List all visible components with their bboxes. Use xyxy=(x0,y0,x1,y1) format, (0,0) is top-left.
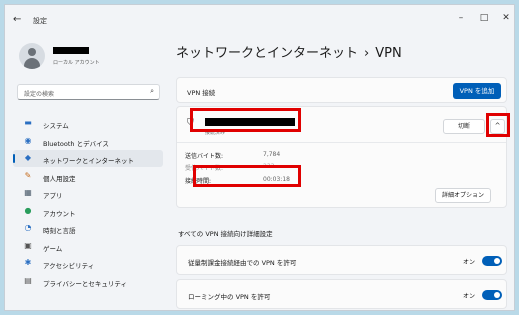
divider xyxy=(177,142,506,143)
maximize-button[interactable]: □ xyxy=(477,13,491,23)
sidebar-item-label: システム xyxy=(43,122,69,130)
bytes-sent-value: 7,784 xyxy=(263,151,281,158)
sidebar-item-label: アプリ xyxy=(43,192,63,200)
active-indicator xyxy=(13,154,15,163)
user-name-redacted xyxy=(53,47,89,54)
gamepad-icon: ▣ xyxy=(24,240,32,250)
back-arrow-icon[interactable]: ← xyxy=(13,14,21,25)
network-icon: ◆ xyxy=(24,153,32,162)
add-vpn-button[interactable]: VPN を追加 xyxy=(453,83,501,99)
breadcrumb: ネットワークとインターネット › VPN xyxy=(176,42,402,61)
system-icon: ▬ xyxy=(24,118,32,127)
shield-lock-icon: ▤ xyxy=(24,275,32,285)
account-icon: ● xyxy=(24,205,32,215)
sidebar-nav: ▬ システム ◉ Bluetooth とデバイス ◆ ネットワークとインターネッ… xyxy=(13,115,163,290)
advanced-options-button[interactable]: 詳細オプション xyxy=(435,188,491,203)
sidebar-item-label: ゲーム xyxy=(43,244,63,253)
bytes-sent-label: 送信バイト数: xyxy=(185,153,224,160)
setting-label: 従量制課金接続経由での VPN を許可 xyxy=(188,259,297,267)
avatar-body xyxy=(24,58,40,69)
accessibility-icon: ✱ xyxy=(24,258,32,267)
sidebar-item-apps[interactable]: ▦ アプリ xyxy=(13,185,163,202)
toggle-state-label: オン xyxy=(463,259,476,266)
toggle-knob xyxy=(494,258,500,264)
setting-label: ローミング中の VPN を許可 xyxy=(188,293,271,301)
minimize-button[interactable]: – xyxy=(454,13,468,23)
toggle-knob xyxy=(494,292,500,298)
settings-window: ← 設定 – □ ✕ ローカル アカウント 設定の検索 ⌕ ▬ システム ◉ B… xyxy=(4,4,515,311)
sidebar-item-label: ネットワークとインターネット xyxy=(43,157,134,165)
search-placeholder: 設定の検索 xyxy=(24,91,55,98)
close-button[interactable]: ✕ xyxy=(499,13,513,23)
sidebar-item-label: Bluetooth とデバイス xyxy=(43,139,109,148)
window-title: 設定 xyxy=(33,17,47,25)
roaming-vpn-setting: ローミング中の VPN を許可 オン xyxy=(176,279,507,309)
toggle-state-label: オン xyxy=(463,293,476,300)
metered-vpn-setting: 従量制課金接続経由での VPN を許可 オン xyxy=(176,245,507,275)
sidebar: ローカル アカウント 設定の検索 ⌕ ▬ システム ◉ Bluetooth とデ… xyxy=(5,35,167,310)
avatar-head xyxy=(28,48,36,56)
sidebar-item-bluetooth[interactable]: ◉ Bluetooth とデバイス xyxy=(13,133,163,150)
metered-vpn-toggle[interactable] xyxy=(482,256,502,266)
sidebar-item-label: アカウント xyxy=(43,209,76,218)
bluetooth-icon: ◉ xyxy=(24,135,32,145)
highlight-vpn-name xyxy=(190,108,301,132)
avatar[interactable] xyxy=(19,43,45,69)
title-bar: ← 設定 – □ ✕ xyxy=(5,5,514,35)
sidebar-item-label: アクセシビリティ xyxy=(43,262,95,270)
vpn-connections-label: VPN 接続 xyxy=(187,89,216,97)
sidebar-item-time-language[interactable]: ◔ 時刻と言語 xyxy=(13,220,163,237)
brush-icon: ✎ xyxy=(24,170,32,180)
sidebar-item-accounts[interactable]: ● アカウント xyxy=(13,203,163,220)
sidebar-item-system[interactable]: ▬ システム xyxy=(13,115,163,132)
search-icon[interactable]: ⌕ xyxy=(150,87,154,96)
sidebar-item-network[interactable]: ◆ ネットワークとインターネット xyxy=(13,150,163,167)
breadcrumb-current: VPN xyxy=(375,46,402,61)
sidebar-item-gaming[interactable]: ▣ ゲーム xyxy=(13,238,163,255)
breadcrumb-parent[interactable]: ネットワークとインターネット xyxy=(176,46,358,61)
highlight-connection-time xyxy=(193,165,301,187)
disconnect-button[interactable]: 切断 xyxy=(443,119,485,134)
vpn-connections-card: VPN 接続 VPN を追加 xyxy=(176,77,507,103)
sidebar-item-label: プライバシーとセキュリティ xyxy=(43,279,127,288)
sidebar-item-label: 個人用設定 xyxy=(43,174,76,183)
sidebar-item-accessibility[interactable]: ✱ アクセシビリティ xyxy=(13,255,163,272)
advanced-settings-heading: すべての VPN 接続向け詳細設定 xyxy=(178,230,273,238)
breadcrumb-separator: › xyxy=(364,46,370,61)
sidebar-item-label: 時刻と言語 xyxy=(43,227,76,235)
settings-search-input[interactable]: 設定の検索 ⌕ xyxy=(17,84,160,100)
sidebar-item-privacy[interactable]: ▤ プライバシーとセキュリティ xyxy=(13,273,163,290)
sidebar-item-personalization[interactable]: ✎ 個人用設定 xyxy=(13,168,163,185)
globe-clock-icon: ◔ xyxy=(24,223,32,232)
apps-icon: ▦ xyxy=(24,188,32,197)
roaming-vpn-toggle[interactable] xyxy=(482,290,502,300)
highlight-expand-button xyxy=(486,113,510,137)
account-type-label: ローカル アカウント xyxy=(53,60,100,66)
